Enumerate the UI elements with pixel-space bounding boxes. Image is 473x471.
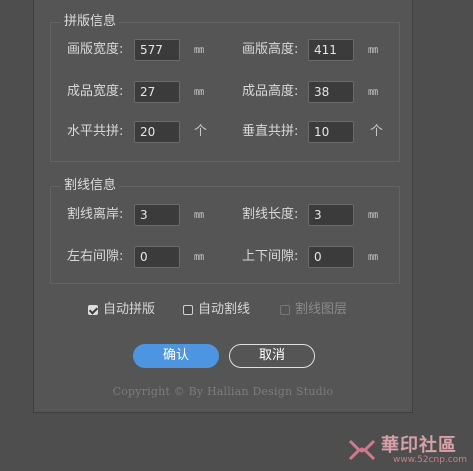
vertical-count-input[interactable] [308,121,354,143]
cutline-layer-checkbox: 割线图层 [280,302,347,318]
cutline-offset-unit: ㎜ [194,210,204,221]
cutline-length-label: 割线长度: [242,207,299,222]
product-height-input[interactable] [308,81,354,103]
board-height-unit: ㎜ [368,45,378,56]
horizontal-count-unit: 个 [194,124,208,139]
cutline-layer-label: 割线图层 [295,302,348,317]
cutline-length-unit: ㎜ [368,210,378,221]
product-height-label: 成品高度: [242,84,299,99]
auto-layout-label: 自动拼版 [103,302,156,317]
h-gap-unit: ㎜ [194,252,204,263]
v-gap-unit: ㎜ [368,252,378,263]
horizontal-count-input[interactable] [134,121,180,143]
ok-button[interactable]: 确认 [133,344,219,368]
vertical-count-unit: 个 [370,124,384,139]
board-width-input[interactable] [134,39,180,61]
v-gap-label: 上下间隙: [242,249,299,264]
auto-layout-checkbox[interactable]: 自动拼版 [88,302,155,318]
product-width-input[interactable] [134,81,180,103]
vertical-count-label: 垂直共拼: [242,124,299,139]
auto-layout-check-icon[interactable] [88,305,98,315]
auto-cutline-checkbox[interactable]: 自动割线 [183,302,250,318]
cutline-layer-check-icon [280,305,290,315]
site-watermark: 華印社區 www.52cnp.com [341,431,471,469]
layout-info-title: 拼版信息 [61,14,120,30]
horizontal-count-label: 水平共拼: [67,124,124,139]
dialog-panel: 拼版信息 画版宽度: ㎜ 画版高度: ㎜ 成品宽度: ㎜ 成品高度: ㎜ 水平共… [33,0,413,413]
cancel-button[interactable]: 取消 [229,344,315,368]
h-gap-input[interactable] [134,246,180,268]
product-height-unit: ㎜ [368,87,378,98]
v-gap-input[interactable] [308,246,354,268]
h-gap-label: 左右间隙: [67,249,124,264]
watermark-url: www.52cnp.com [393,455,468,465]
copyright-text: Copyright © By Hallian Design Studio [112,385,334,398]
product-width-unit: ㎜ [194,87,204,98]
product-width-label: 成品宽度: [67,84,124,99]
cutline-offset-label: 割线离岸: [67,207,124,222]
auto-cutline-label: 自动割线 [198,302,251,317]
board-height-input[interactable] [308,39,354,61]
board-width-label: 画版宽度: [67,42,124,57]
watermark-text: 華印社區 [381,435,457,456]
cutline-info-title: 割线信息 [61,178,120,194]
auto-cutline-check-icon[interactable] [183,305,193,315]
cutline-offset-input[interactable] [134,204,180,226]
board-height-label: 画版高度: [242,42,299,57]
cutline-info-group: 割线信息 [50,178,400,284]
cutline-length-input[interactable] [308,204,354,226]
watermark-logo-icon [348,439,376,461]
board-width-unit: ㎜ [194,45,204,56]
